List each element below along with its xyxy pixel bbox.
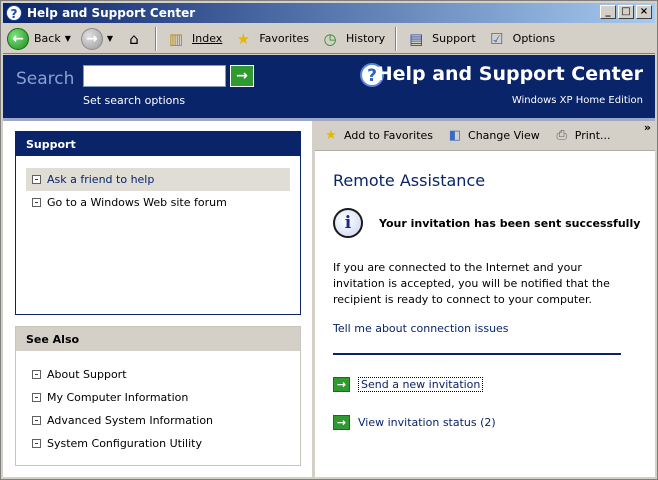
set-search-options-link[interactable]: Set search options [83, 94, 185, 107]
support-label: Support [432, 32, 476, 45]
remote-assistance-content: Remote Assistance i Your invitation has … [315, 151, 655, 433]
status-paragraph: If you are connected to the Internet and… [333, 261, 610, 306]
bullet-icon [32, 393, 41, 402]
link-label: Go to a Windows Web site forum [47, 196, 227, 209]
options-button[interactable]: ☑ Options [482, 26, 559, 52]
send-new-label: Send a new invitation [358, 376, 484, 392]
window-controls: _ □ × [600, 5, 652, 19]
support-button[interactable]: ▤ Support [401, 26, 479, 52]
favorites-label: Favorites [259, 32, 310, 45]
help-support-window: ? Help and Support Center _ □ × ← Back ▼… [0, 0, 658, 480]
success-text: Your invitation has been sent successful… [379, 216, 641, 230]
index-button[interactable]: ▥ Index [161, 26, 226, 52]
bullet-icon [32, 198, 41, 207]
close-button[interactable]: × [636, 5, 652, 19]
bullet-icon [32, 439, 41, 448]
add-to-favorites-button[interactable]: ★ Add to Favorites [321, 126, 433, 146]
main-toolbar: ← Back ▼ → ▼ ⌂ ▥ Index ★ Favorites ◷ His… [3, 24, 655, 54]
home-icon: ⌂ [129, 29, 139, 48]
info-icon: i [333, 208, 363, 238]
view-invitation-status-button[interactable]: → View invitation status (2) [333, 411, 655, 433]
minimize-button[interactable]: _ [600, 5, 616, 19]
support-box: Support Ask a friend to help Go to a Win… [15, 131, 301, 315]
edition-label: Windows XP Home Edition [511, 95, 643, 106]
see-also-computer-info[interactable]: My Computer Information [26, 386, 290, 409]
favorites-button[interactable]: ★ Favorites [228, 26, 313, 52]
support-links: Ask a friend to help Go to a Windows Web… [16, 156, 300, 214]
divider [333, 353, 621, 355]
print-label: Print... [574, 129, 611, 142]
left-pane: Support Ask a friend to help Go to a Win… [3, 121, 313, 477]
star-add-icon: ★ [325, 128, 337, 143]
see-also-box: See Also About Support My Computer Infor… [15, 326, 301, 466]
right-pane: ★ Add to Favorites ◧ Change View ⎙ Print… [315, 121, 655, 477]
bullet-icon [32, 370, 41, 379]
search-label: Search [16, 69, 75, 89]
star-icon: ★ [236, 29, 251, 48]
back-arrow-icon: ← [7, 27, 29, 50]
history-label: History [346, 32, 386, 45]
toolbar-overflow-chevron[interactable]: » [644, 121, 651, 134]
green-arrow-icon: → [333, 414, 350, 430]
change-view-button[interactable]: ◧ Change View [445, 126, 540, 146]
send-new-invitation-button[interactable]: → Send a new invitation [333, 373, 655, 395]
index-label: Index [192, 32, 223, 45]
bullet-icon [32, 175, 41, 184]
connection-issues-link[interactable]: Tell me about connection issues [333, 322, 655, 335]
add-favorites-label: Add to Favorites [344, 129, 434, 142]
search-header: Search → Set search options ? Help and S… [3, 55, 655, 121]
support-box-title: Support [16, 132, 300, 156]
link-label: System Configuration Utility [47, 437, 202, 450]
see-also-sys-config[interactable]: System Configuration Utility [26, 432, 290, 455]
printer-icon: ⎙ [556, 128, 567, 143]
toolbar-separator [155, 26, 158, 51]
link-label: My Computer Information [47, 391, 189, 404]
success-message: i Your invitation has been sent successf… [333, 206, 655, 240]
maximize-button[interactable]: □ [618, 5, 634, 19]
link-label: About Support [47, 368, 127, 381]
forward-button[interactable]: → ▼ [77, 26, 117, 52]
print-button[interactable]: ⎙ Print... [552, 126, 611, 146]
home-button[interactable]: ⌂ [119, 26, 149, 52]
bullet-icon [32, 416, 41, 425]
link-label: Advanced System Information [47, 414, 214, 427]
toolbar-separator [395, 26, 398, 51]
options-checklist-icon: ☑ [489, 29, 504, 48]
see-also-links: About Support My Computer Information Ad… [16, 351, 300, 455]
search-input[interactable] [83, 65, 226, 87]
change-view-icon: ◧ [448, 128, 462, 143]
green-arrow-icon: → [333, 376, 350, 392]
see-also-advanced-info[interactable]: Advanced System Information [26, 409, 290, 432]
page-title: Remote Assistance [333, 171, 486, 190]
see-also-about-support[interactable]: About Support [26, 363, 290, 386]
index-book-icon: ▥ [168, 29, 184, 48]
view-status-label: View invitation status (2) [358, 415, 496, 429]
history-clock-icon: ◷ [323, 29, 337, 48]
chevron-down-icon[interactable]: ▼ [65, 34, 71, 43]
support-link-ask-friend[interactable]: Ask a friend to help [26, 168, 290, 191]
chevron-down-icon[interactable]: ▼ [107, 34, 113, 43]
window-title: Help and Support Center [27, 6, 196, 20]
forward-arrow-icon: → [80, 27, 103, 50]
back-label: Back [34, 32, 61, 45]
content-toolbar: ★ Add to Favorites ◧ Change View ⎙ Print… [315, 121, 655, 151]
history-button[interactable]: ◷ History [315, 26, 389, 52]
header-title: Help and Support Center [376, 63, 643, 85]
see-also-title: See Also [16, 327, 300, 351]
options-label: Options [512, 32, 556, 45]
change-view-label: Change View [468, 129, 540, 142]
support-books-icon: ▤ [409, 29, 424, 48]
support-link-web-forum[interactable]: Go to a Windows Web site forum [26, 191, 290, 214]
help-icon: ? [6, 5, 22, 21]
back-button[interactable]: ← Back ▼ [3, 26, 75, 52]
search-go-button[interactable]: → [230, 65, 254, 87]
link-label: Ask a friend to help [47, 173, 155, 186]
title-bar: ? Help and Support Center _ □ × [3, 3, 655, 23]
